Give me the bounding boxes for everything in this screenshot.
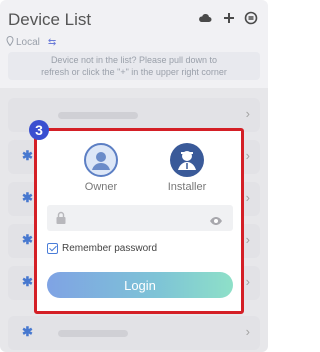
notice-line-1: Device not in the list? Please pull down… (50, 55, 218, 65)
swap-icon[interactable]: ⇆ (48, 37, 56, 48)
role-owner-label: Owner (84, 181, 118, 193)
app-header: Device List (0, 0, 268, 36)
login-dialog: Owner Installer Remember password Login (34, 128, 244, 314)
password-input[interactable] (75, 209, 205, 227)
cloud-icon[interactable] (198, 11, 212, 25)
remember-password-checkbox[interactable] (47, 243, 58, 254)
role-installer[interactable]: Installer (157, 143, 217, 193)
installer-icon (170, 143, 204, 177)
login-button[interactable]: Login (47, 272, 233, 298)
role-installer-label: Installer (167, 181, 207, 193)
eye-icon[interactable] (209, 213, 223, 231)
location-indicator[interactable]: Local ⇆ (6, 35, 56, 49)
location-label: Local (16, 37, 40, 48)
remember-password-label: Remember password (62, 243, 158, 254)
device-list-screen: Device List Local ⇆ Device not in the li… (0, 0, 268, 352)
remember-password[interactable]: Remember password (47, 243, 157, 254)
page-title: Device List (8, 10, 92, 29)
notice-line-2: refresh or click the "+" in the upper ri… (41, 67, 227, 77)
lock-icon (55, 211, 67, 230)
location-pin-icon (6, 35, 14, 49)
step-badge: 3 (29, 120, 49, 140)
settings-icon[interactable] (244, 11, 258, 25)
owner-icon (84, 143, 118, 177)
role-owner[interactable]: Owner (71, 143, 131, 193)
pull-refresh-notice: Device not in the list? Please pull down… (8, 52, 260, 80)
plus-icon[interactable] (222, 11, 236, 25)
password-field[interactable] (47, 205, 233, 231)
